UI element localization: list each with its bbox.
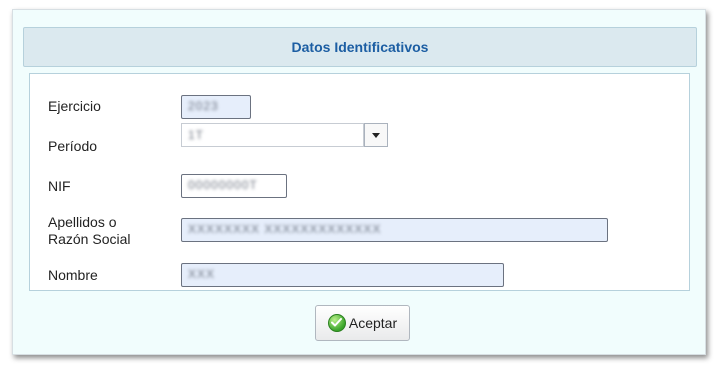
nombre-value: XXX [188, 267, 216, 281]
nif-label: NIF [48, 178, 71, 194]
nif-field[interactable]: 00000000T [181, 174, 287, 198]
periodo-label: Período [48, 138, 98, 154]
nombre-label: Nombre [48, 267, 98, 283]
ejercicio-value: 2023 [188, 99, 219, 113]
apellidos-label-line1: Apellidos o [48, 214, 117, 230]
periodo-dropdown-button[interactable] [364, 123, 388, 147]
datos-identificativos-dialog: Datos Identificativos Ejercicio 2023 Per… [12, 9, 706, 355]
ejercicio-label: Ejercicio [48, 98, 101, 114]
accept-button-label: Aceptar [348, 315, 398, 331]
accept-button[interactable]: Aceptar [315, 305, 410, 341]
periodo-select[interactable]: 1T [181, 123, 364, 147]
ejercicio-field[interactable]: 2023 [181, 95, 251, 119]
nif-value: 00000000T [188, 178, 258, 192]
apellidos-value: XXXXXXXX XXXXXXXXXXXXX [188, 222, 382, 236]
apellidos-field[interactable]: XXXXXXXX XXXXXXXXXXXXX [181, 218, 608, 242]
panel-title: Datos Identificativos [23, 27, 697, 67]
apellidos-label-line2: Razón Social [48, 231, 131, 247]
check-circle-icon [327, 314, 346, 332]
nombre-field[interactable]: XXX [181, 263, 504, 287]
form-panel: Ejercicio 2023 Período 1T NIF 00000000T … [29, 73, 690, 291]
periodo-value: 1T [188, 128, 205, 142]
